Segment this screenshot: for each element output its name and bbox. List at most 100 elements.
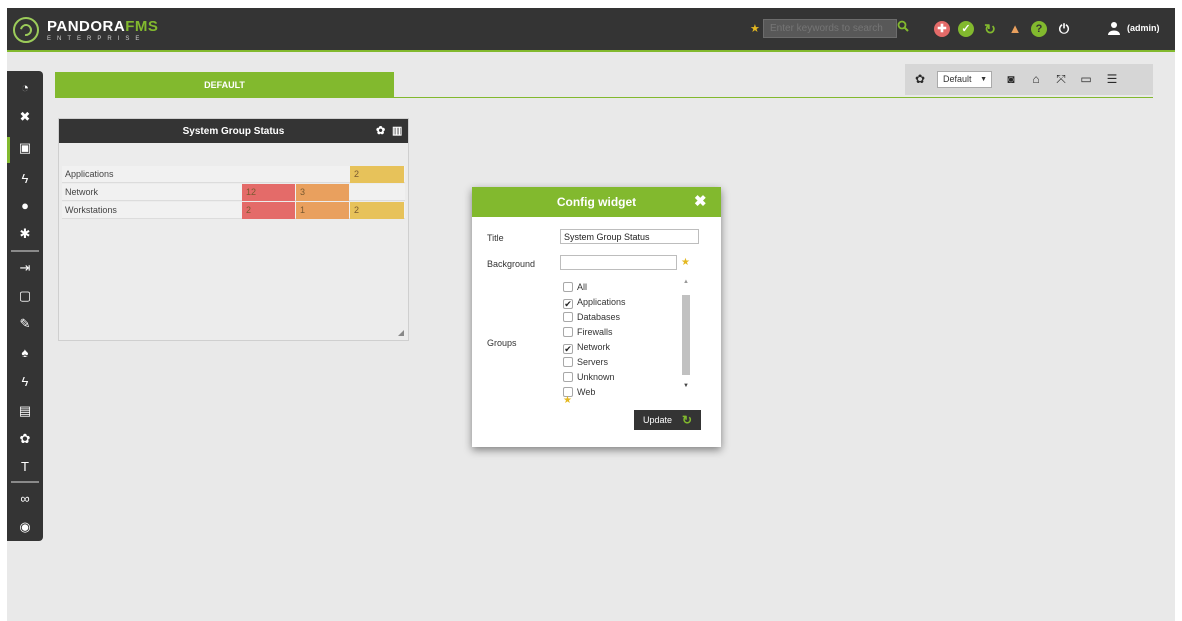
group-option-firewalls[interactable]: Firewalls — [563, 327, 613, 342]
group-option-network[interactable]: ✔ Network — [563, 342, 610, 357]
users-icon[interactable]: ● — [7, 195, 43, 217]
table-cell[interactable]: 12 — [242, 184, 295, 201]
update-button[interactable]: Update ↻ — [634, 410, 701, 430]
checkbox[interactable] — [563, 372, 573, 382]
login-icon[interactable]: ⇥ — [7, 257, 43, 279]
widget-system-group-status: System Group Status ✿ ▥ Applications 2 N… — [58, 118, 409, 341]
scroll-down-icon[interactable]: ▼ — [683, 383, 689, 389]
dialog-title: Config widget — [556, 195, 637, 209]
save-icon[interactable]: ▭ — [1077, 71, 1095, 88]
dashboard-select-value: Default — [943, 74, 972, 84]
check-icon[interactable]: ✓ — [958, 21, 974, 37]
tab-underline — [55, 97, 1153, 98]
lifebuoy-icon[interactable]: ✚ — [934, 21, 950, 37]
fullscreen-icon[interactable]: ⤧ — [1052, 71, 1070, 88]
brand-main: PANDORA — [47, 17, 126, 35]
search-input[interactable] — [763, 19, 897, 38]
background-input[interactable] — [560, 255, 677, 270]
sidebar-separator — [11, 481, 39, 483]
group-option-label: All — [577, 282, 588, 292]
table-cell[interactable] — [242, 166, 295, 183]
ondemand-icon[interactable]: ϟ — [7, 371, 43, 393]
app-window: PANDORAFMS ENTERPRISE ★ ✚ ✓ ↻ ▲ ? ⏻ (adm… — [7, 8, 1175, 621]
table-cell[interactable]: 2 — [350, 166, 404, 183]
power-icon[interactable]: ⏻ — [1056, 21, 1072, 37]
group-option-label: Servers — [577, 357, 609, 367]
checkbox[interactable] — [563, 282, 573, 292]
refresh-icon[interactable]: ↻ — [982, 21, 998, 37]
warning-icon[interactable]: ▲ — [1007, 21, 1023, 37]
close-icon[interactable]: ✖ — [694, 192, 707, 210]
favorite-star-icon[interactable]: ★ — [750, 22, 760, 35]
group-option-label: Network — [577, 342, 611, 352]
group-option-databases[interactable]: Databases — [563, 312, 620, 327]
group-option-servers[interactable]: Servers — [563, 357, 608, 372]
user-name[interactable]: (admin) — [1127, 23, 1160, 33]
checkbox[interactable] — [563, 312, 573, 322]
row-label: Network — [65, 187, 99, 197]
table-cell[interactable]: 2 — [242, 202, 295, 219]
checkbox[interactable] — [563, 327, 573, 337]
group-option-unknown[interactable]: Unknown — [563, 372, 615, 387]
group-option-label: Unknown — [577, 372, 615, 382]
checkbox[interactable]: ✔ — [563, 299, 573, 309]
logo[interactable]: PANDORAFMS ENTERPRISE — [13, 14, 158, 46]
group-option-label: Applications — [577, 297, 626, 307]
group-option-label: Firewalls — [577, 327, 613, 337]
tools-icon[interactable]: ✎ — [7, 313, 43, 335]
table-cell[interactable] — [350, 184, 404, 201]
table-cell[interactable]: 2 — [350, 202, 404, 219]
table-cell[interactable] — [296, 166, 349, 183]
widget-trash-icon[interactable]: ▥ — [392, 124, 402, 137]
search-icon[interactable] — [893, 19, 913, 38]
checkbox[interactable]: ✔ — [563, 344, 573, 354]
widget-gear-icon[interactable]: ✿ — [376, 124, 385, 137]
gear-icon[interactable]: ✿ — [911, 71, 929, 88]
table-row: Workstations 2 1 2 — [62, 202, 405, 219]
group-option-all[interactable]: All — [563, 282, 587, 297]
left-sidebar: ◔ ✖ ▣ ϟ ● ✱ ⇥ ▢ ✎ ♠ ϟ ▤ ✿ T ∞ ◉ — [7, 71, 43, 541]
checkbox[interactable] — [563, 357, 573, 367]
dashboard-select[interactable]: Default ▼ — [937, 71, 992, 88]
groups-label: Groups — [487, 338, 517, 348]
brand-subtitle: ENTERPRISE — [47, 35, 146, 42]
links-icon[interactable]: ∞ — [7, 488, 43, 510]
tag-icon[interactable]: ⌂ — [1027, 71, 1045, 88]
resize-handle[interactable] — [398, 330, 404, 336]
metaconsole-icon[interactable]: T — [7, 456, 43, 478]
table-cell[interactable]: 1 — [296, 202, 349, 219]
title-input[interactable] — [560, 229, 699, 244]
group-option-label: Web — [577, 387, 596, 397]
group-option-label: Databases — [577, 312, 621, 322]
group-option-applications[interactable]: ✔ Applications — [563, 297, 626, 312]
files-icon[interactable]: ▤ — [7, 400, 43, 422]
title-label: Title — [487, 233, 504, 243]
alerts-icon[interactable]: ♠ — [7, 342, 43, 364]
scroll-up-icon[interactable]: ▲ — [683, 279, 689, 285]
groups-scrollbar[interactable]: ▲ ▼ — [680, 279, 693, 395]
update-icon[interactable]: ◉ — [7, 516, 43, 538]
table-row: Applications 2 — [62, 166, 405, 183]
servers-icon[interactable]: ✱ — [7, 223, 43, 245]
settings-icon[interactable]: ✿ — [7, 428, 43, 450]
row-label: Applications — [65, 169, 114, 179]
monitoring-icon[interactable]: ◔ — [7, 77, 43, 99]
top-bar: PANDORAFMS ENTERPRISE ★ ✚ ✓ ↻ ▲ ? ⏻ (adm… — [7, 8, 1175, 52]
camera-icon[interactable]: ◙ — [1002, 71, 1020, 88]
widget-title: System Group Status — [182, 126, 285, 137]
scrollbar-thumb[interactable] — [682, 295, 690, 375]
topology-icon[interactable]: ✖ — [7, 106, 43, 128]
events-icon[interactable]: ϟ — [7, 168, 43, 190]
profile-icon[interactable]: ▢ — [7, 285, 43, 307]
update-label: Update — [643, 415, 673, 425]
help-icon[interactable]: ? — [1031, 21, 1047, 37]
groups-multiselect[interactable]: All ✔ Applications Databases Firewalls ✔ N… — [560, 279, 694, 397]
pandora-logo-icon — [13, 17, 39, 43]
list-icon[interactable]: ☰ — [1103, 71, 1121, 88]
reporting-icon[interactable]: ▣ — [7, 137, 43, 159]
config-widget-dialog: Config widget ✖ Title Background ★ Group… — [472, 187, 721, 447]
user-icon[interactable] — [1106, 21, 1122, 37]
table-cell[interactable]: 3 — [296, 184, 349, 201]
tab-default[interactable]: DEFAULT — [55, 72, 394, 98]
background-label: Background — [487, 259, 536, 269]
